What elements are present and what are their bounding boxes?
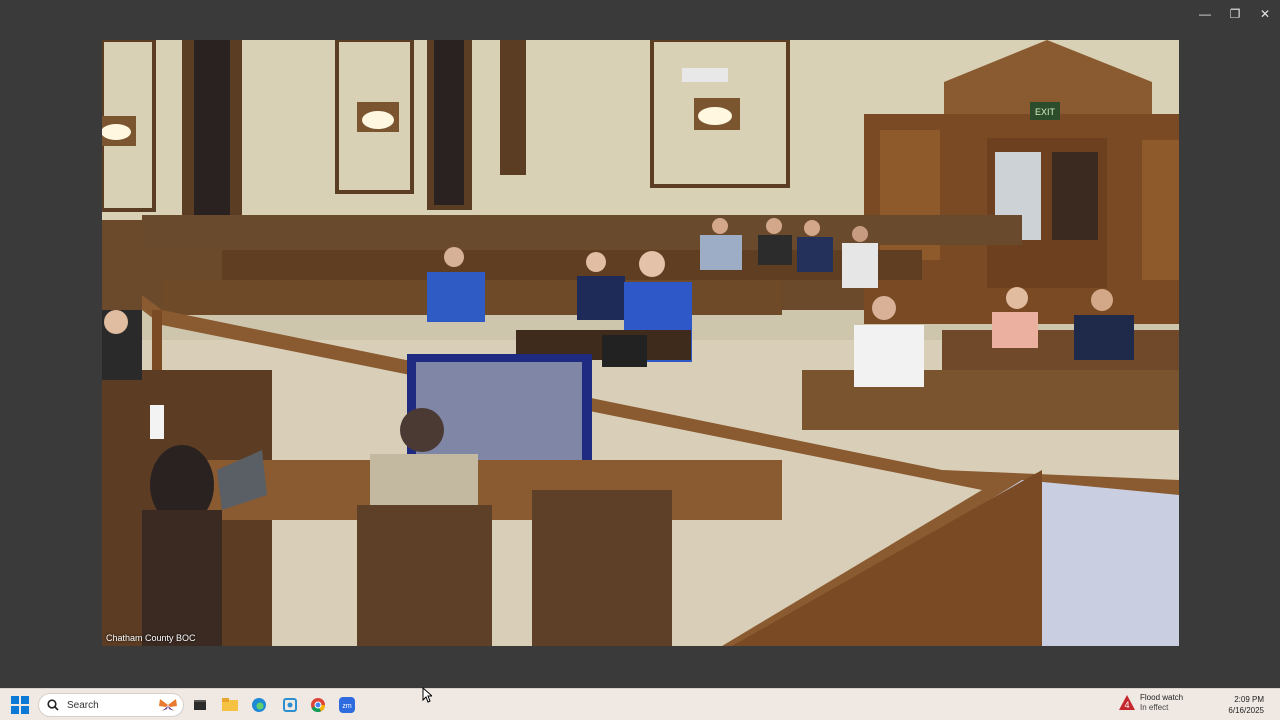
terminal-icon xyxy=(194,700,206,710)
snipping-tool-icon xyxy=(283,698,297,712)
weather-subtitle: In effect xyxy=(1140,703,1169,712)
video-caption: Chatham County BOC xyxy=(106,633,196,643)
file-explorer-button[interactable] xyxy=(220,695,240,715)
zoom-button[interactable]: zm xyxy=(337,695,357,715)
chrome-icon xyxy=(311,698,325,713)
courtroom-video-frame: EXIT xyxy=(102,40,1179,646)
video-stream[interactable]: EXIT Chatham County BOC xyxy=(102,40,1179,646)
edge-button[interactable] xyxy=(249,695,269,715)
chrome-button[interactable] xyxy=(308,695,328,715)
search-placeholder: Search xyxy=(67,699,99,711)
window-controls: — ❐ ✕ xyxy=(1190,0,1280,28)
weather-title: Flood watch xyxy=(1140,693,1184,702)
zoom-icon: zm xyxy=(339,697,355,713)
start-button[interactable] xyxy=(8,694,32,716)
restore-button[interactable]: ❐ xyxy=(1220,0,1250,28)
weather-badge: 4 xyxy=(1124,700,1129,710)
clock-date: 6/16/2025 xyxy=(1228,706,1264,715)
close-button[interactable]: ✕ xyxy=(1250,0,1280,28)
taskbar-search-box[interactable]: Search xyxy=(38,693,184,717)
system-clock[interactable]: 2:09 PM 6/16/2025 xyxy=(1228,694,1264,716)
weather-widget[interactable]: 4 Flood watch In effect xyxy=(1118,693,1183,713)
edge-icon xyxy=(252,698,266,712)
exit-sign-text: EXIT xyxy=(1035,107,1056,117)
taskbar: Search zm 4 Flood watch In effect 2:09 P… xyxy=(0,688,1280,720)
snipping-tool-button[interactable] xyxy=(280,695,300,715)
windows-start-icon xyxy=(11,696,29,714)
butterfly-widget-icon xyxy=(159,699,177,711)
clock-time: 2:09 PM xyxy=(1234,695,1264,704)
svg-text:zm: zm xyxy=(342,703,352,710)
task-view-button[interactable] xyxy=(190,695,210,715)
search-icon xyxy=(47,699,59,711)
file-explorer-icon xyxy=(222,698,238,711)
flood-warning-icon: 4 xyxy=(1119,695,1135,710)
minimize-button[interactable]: — xyxy=(1190,0,1220,28)
mouse-cursor-icon xyxy=(422,687,432,703)
